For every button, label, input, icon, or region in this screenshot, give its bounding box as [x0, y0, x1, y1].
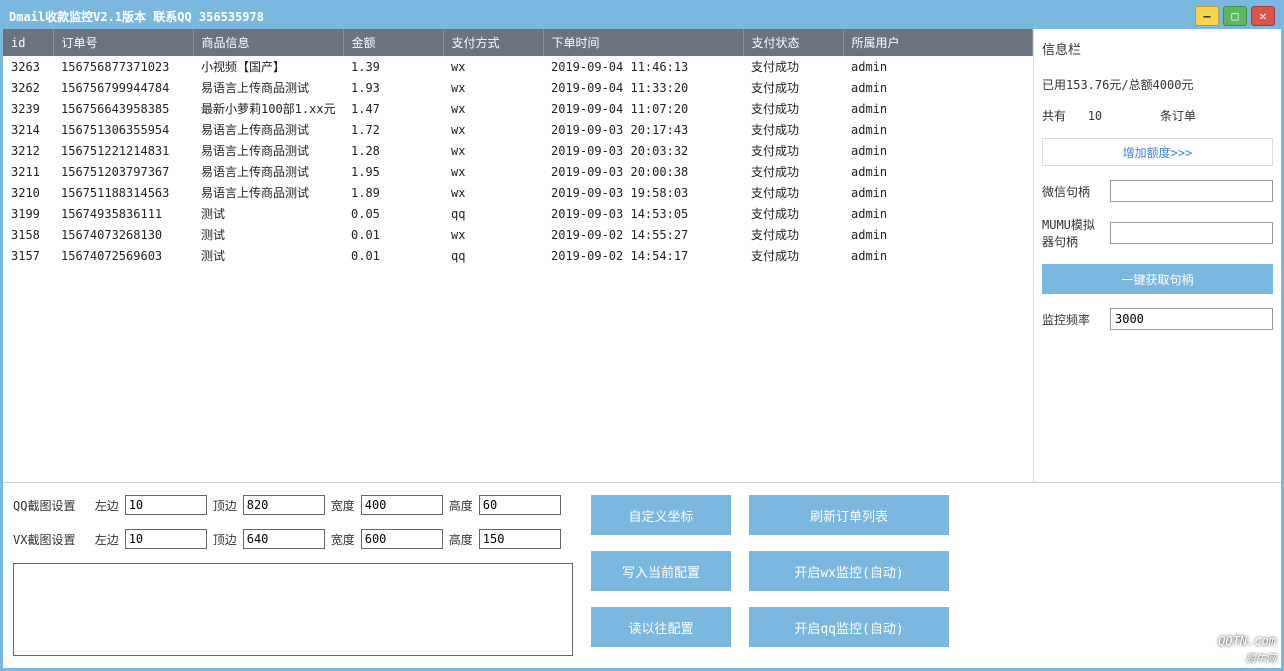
column-header[interactable]: 金额: [343, 29, 443, 56]
column-header[interactable]: 支付状态: [743, 29, 843, 56]
vx-height-input[interactable]: [479, 529, 561, 549]
table-row[interactable]: 3211156751203797367易语言上传商品测试1.95wx2019-0…: [3, 161, 1033, 182]
info-heading: 信息栏: [1042, 39, 1273, 58]
qq-left-input[interactable]: [125, 495, 207, 515]
mumu-handle-label: MUMU模拟器句柄: [1042, 216, 1102, 250]
window-title: Dmail收款监控V2.1版本 联系QQ 356535978: [9, 8, 1195, 25]
column-header[interactable]: 支付方式: [443, 29, 543, 56]
table-row[interactable]: 3239156756643958385最新小萝莉100部1.xx元1.47wx2…: [3, 98, 1033, 119]
mumu-handle-input[interactable]: [1110, 222, 1273, 244]
vx-width-input[interactable]: [361, 529, 443, 549]
table-row[interactable]: 3210156751188314563易语言上传商品测试1.89wx2019-0…: [3, 182, 1033, 203]
titlebar: Dmail收款监控V2.1版本 联系QQ 356535978 — □ ✕: [3, 3, 1281, 29]
qq-top-input[interactable]: [243, 495, 325, 515]
column-header[interactable]: id: [3, 29, 53, 56]
minimize-button[interactable]: —: [1195, 6, 1219, 26]
table-row[interactable]: 3214156751306355954易语言上传商品测试1.72wx2019-0…: [3, 119, 1033, 140]
read-config-button[interactable]: 读以往配置: [591, 607, 731, 647]
column-header[interactable]: 下单时间: [543, 29, 743, 56]
table-row[interactable]: 319915674935836111测试0.05qq2019-09-03 14:…: [3, 203, 1033, 224]
column-header[interactable]: 订单号: [53, 29, 193, 56]
close-button[interactable]: ✕: [1251, 6, 1275, 26]
vx-screenshot-row: VX截图设置 左边 顶边 宽度 高度: [13, 529, 573, 549]
start-wx-button[interactable]: 开启wx监控(自动): [749, 551, 949, 591]
client-area: id订单号商品信息金额支付方式下单时间支付状态所属用户 326315675687…: [3, 29, 1281, 668]
qq-screenshot-row: QQ截图设置 左边 顶边 宽度 高度: [13, 495, 573, 515]
maximize-button[interactable]: □: [1223, 6, 1247, 26]
qq-height-input[interactable]: [479, 495, 561, 515]
used-total-text: 已用153.76元/总额4000元: [1042, 76, 1273, 93]
column-header[interactable]: 所属用户: [843, 29, 1033, 56]
table-row[interactable]: 3263156756877371023小视频【国产】1.39wx2019-09-…: [3, 56, 1033, 77]
custom-coord-button[interactable]: 自定义坐标: [591, 495, 731, 535]
get-handle-button[interactable]: 一键获取句柄: [1042, 264, 1273, 294]
vx-left-input[interactable]: [125, 529, 207, 549]
info-panel: 信息栏 已用153.76元/总额4000元 共有 10 条订单 增加额度>>> …: [1033, 29, 1281, 482]
freq-label: 监控频率: [1042, 311, 1102, 328]
order-count: 10: [1088, 109, 1102, 123]
qq-width-input[interactable]: [361, 495, 443, 515]
orders-table: id订单号商品信息金额支付方式下单时间支付状态所属用户 326315675687…: [3, 29, 1033, 482]
wx-handle-label: 微信句柄: [1042, 183, 1102, 200]
order-count-row: 共有 10 条订单: [1042, 107, 1273, 124]
column-header[interactable]: 商品信息: [193, 29, 343, 56]
table-row[interactable]: 3262156756799944784易语言上传商品测试1.93wx2019-0…: [3, 77, 1033, 98]
wx-handle-input[interactable]: [1110, 180, 1273, 202]
write-config-button[interactable]: 写入当前配置: [591, 551, 731, 591]
table-row[interactable]: 315815674073268130测试0.01wx2019-09-02 14:…: [3, 224, 1033, 245]
table-row[interactable]: 3212156751221214831易语言上传商品测试1.28wx2019-0…: [3, 140, 1033, 161]
app-window: Dmail收款监控V2.1版本 联系QQ 356535978 — □ ✕ id订…: [0, 0, 1284, 671]
table-row[interactable]: 315715674072569603测试0.01qq2019-09-02 14:…: [3, 245, 1033, 266]
freq-input[interactable]: [1110, 308, 1273, 330]
add-quota-button[interactable]: 增加额度>>>: [1042, 138, 1273, 166]
watermark: QQTN.com 腾牛网: [1218, 632, 1276, 665]
start-qq-button[interactable]: 开启qq监控(自动): [749, 607, 949, 647]
refresh-list-button[interactable]: 刷新订单列表: [749, 495, 949, 535]
vx-top-input[interactable]: [243, 529, 325, 549]
log-textarea[interactable]: [13, 563, 573, 656]
